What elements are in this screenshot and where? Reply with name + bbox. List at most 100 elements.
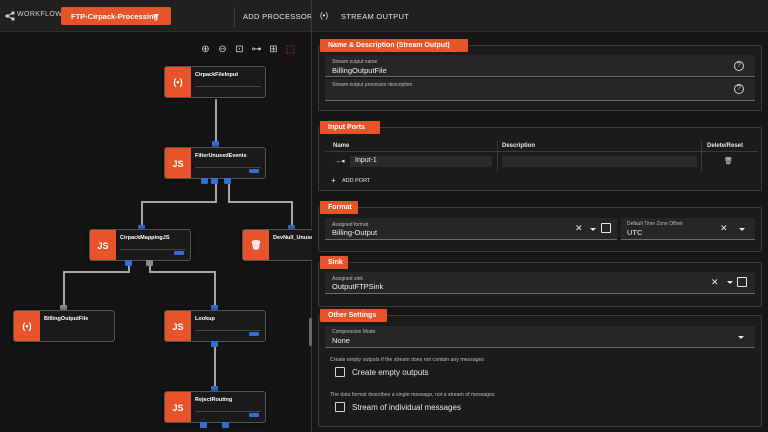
add-processor-button[interactable]: ADD PROCESSOR bbox=[243, 12, 313, 21]
chevron-down-icon[interactable] bbox=[590, 228, 596, 231]
panel-title: STREAM OUTPUT bbox=[341, 12, 410, 21]
select-area-icon[interactable]: ⬚ bbox=[285, 44, 296, 55]
field-label: Stream output processor description bbox=[332, 82, 413, 88]
column-header-name: Name bbox=[333, 143, 350, 149]
node-lookup[interactable]: JS Lookup bbox=[164, 310, 266, 342]
edge bbox=[63, 271, 65, 308]
node-label: DevNull_Unuse bbox=[273, 235, 314, 241]
stream-output-name-value: BillingOutputFile bbox=[332, 66, 387, 75]
workflow-select-value: FTP-Cirpack-Processing bbox=[71, 12, 159, 21]
assigned-sink-field[interactable] bbox=[325, 272, 755, 294]
edge bbox=[149, 271, 215, 273]
output-port[interactable] bbox=[200, 422, 207, 428]
clear-icon[interactable]: ✕ bbox=[720, 224, 728, 233]
grid-icon[interactable]: ⊞ bbox=[268, 44, 279, 55]
node-label: FilterUnusedEvents bbox=[195, 153, 247, 159]
node-cirpack-file-input[interactable]: (•) CirpackFileInput bbox=[164, 66, 266, 98]
compression-mode-select[interactable] bbox=[325, 326, 755, 348]
node-label: Lookup bbox=[195, 316, 215, 322]
broadcast-icon: (•) bbox=[14, 311, 40, 341]
output-port[interactable] bbox=[201, 178, 208, 184]
zoom-in-icon[interactable]: ⊕ bbox=[200, 44, 211, 55]
help-icon[interactable]: ? bbox=[734, 84, 744, 94]
node-label: CirpackFileInput bbox=[195, 72, 239, 78]
js-icon: JS bbox=[90, 230, 116, 260]
table-divider bbox=[497, 141, 498, 171]
open-link-icon[interactable] bbox=[601, 223, 611, 233]
node-billing-output-file[interactable]: (•) BillingOutputFile bbox=[13, 310, 115, 342]
chevron-down-icon[interactable] bbox=[738, 336, 744, 339]
node-label: BillingOutputFile bbox=[44, 316, 89, 322]
edge bbox=[63, 271, 130, 273]
output-port[interactable] bbox=[146, 260, 153, 266]
chevron-down-icon bbox=[153, 14, 159, 18]
stream-output-name-field[interactable] bbox=[325, 55, 755, 77]
edge bbox=[141, 201, 143, 228]
edge bbox=[291, 201, 293, 228]
assigned-sink-value: OutputFTPSink bbox=[332, 282, 384, 291]
add-port-button[interactable]: ADD PORT bbox=[342, 178, 370, 184]
add-icon[interactable]: + bbox=[331, 176, 336, 185]
empty-outputs-help: Create empty outputs if the stream does … bbox=[330, 357, 484, 363]
node-label: CirpackMappingJS bbox=[120, 235, 170, 241]
create-empty-outputs-label: Create empty outputs bbox=[352, 368, 429, 377]
node-filter-unused-events[interactable]: JS FilterUnusedEvents bbox=[164, 147, 266, 179]
edge bbox=[143, 201, 217, 203]
js-icon: JS bbox=[165, 311, 191, 341]
field-label: Default Time Zone Offset bbox=[627, 221, 683, 227]
field-label: Compression Mode bbox=[332, 329, 376, 335]
stream-of-messages-label: Stream of individual messages bbox=[352, 403, 461, 412]
port-description-input[interactable] bbox=[502, 156, 697, 167]
clear-icon[interactable]: ✕ bbox=[575, 224, 583, 233]
input-port-icon: →◂ bbox=[334, 158, 345, 165]
stream-of-messages-checkbox[interactable] bbox=[335, 402, 345, 412]
node-devnull-unused[interactable]: 🗑 DevNull_Unuse bbox=[242, 229, 322, 261]
help-icon[interactable]: ? bbox=[734, 61, 744, 71]
edge bbox=[214, 271, 216, 308]
other-settings-title: Other Settings bbox=[320, 309, 387, 322]
layout-icon[interactable]: ⊶ bbox=[251, 44, 262, 55]
create-empty-outputs-checkbox[interactable] bbox=[335, 367, 345, 377]
column-header-description: Description bbox=[502, 143, 536, 149]
fit-view-icon[interactable]: ⊡ bbox=[234, 44, 245, 55]
node-reject-routing[interactable]: JS RejectRouting bbox=[164, 391, 266, 423]
input-ports-title: Input Ports bbox=[320, 121, 380, 134]
output-port[interactable] bbox=[211, 178, 218, 184]
output-port[interactable] bbox=[222, 422, 229, 428]
js-icon: JS bbox=[165, 392, 191, 422]
workflow-select[interactable]: FTP-Cirpack-Processing bbox=[61, 7, 171, 25]
open-link-icon[interactable] bbox=[737, 277, 747, 287]
clear-icon[interactable]: ✕ bbox=[711, 278, 719, 287]
output-port[interactable] bbox=[211, 341, 218, 347]
node-label: RejectRouting bbox=[195, 397, 233, 403]
name-section-title: Name & Description (Stream Output) bbox=[320, 39, 468, 52]
field-label: Stream output name bbox=[332, 59, 378, 65]
node-cirpack-mapping-js[interactable]: JS CirpackMappingJS bbox=[89, 229, 191, 261]
assigned-format-value: Billing-Output bbox=[332, 228, 378, 237]
output-port[interactable] bbox=[125, 260, 132, 266]
broadcast-icon: (•) bbox=[165, 67, 191, 97]
format-title: Format bbox=[320, 201, 358, 214]
compression-mode-value: None bbox=[332, 336, 350, 345]
trash-icon: 🗑 bbox=[243, 230, 269, 260]
toolbar-divider bbox=[234, 7, 235, 27]
zoom-out-icon[interactable]: ⊖ bbox=[217, 44, 228, 55]
edge bbox=[215, 99, 217, 144]
table-divider bbox=[701, 141, 702, 171]
chevron-down-icon[interactable] bbox=[727, 281, 733, 284]
edge bbox=[228, 201, 292, 203]
column-header-delete-reset: Delete/Reset bbox=[707, 143, 744, 149]
workflow-label: WORKFLOW: bbox=[17, 11, 65, 18]
sink-title: Sink bbox=[320, 256, 348, 269]
delete-icon[interactable]: 🗑 bbox=[724, 157, 733, 165]
output-port[interactable] bbox=[224, 178, 231, 184]
stream-help: The data format describes a single messa… bbox=[330, 392, 495, 398]
timezone-value: UTC bbox=[627, 228, 643, 237]
table-divider bbox=[325, 151, 758, 152]
broadcast-icon: (•) bbox=[320, 11, 329, 20]
share-icon bbox=[5, 11, 15, 21]
port-name-value: Input-1 bbox=[355, 157, 377, 164]
chevron-down-icon[interactable] bbox=[739, 228, 745, 231]
edge bbox=[214, 344, 216, 389]
js-icon: JS bbox=[165, 148, 191, 178]
